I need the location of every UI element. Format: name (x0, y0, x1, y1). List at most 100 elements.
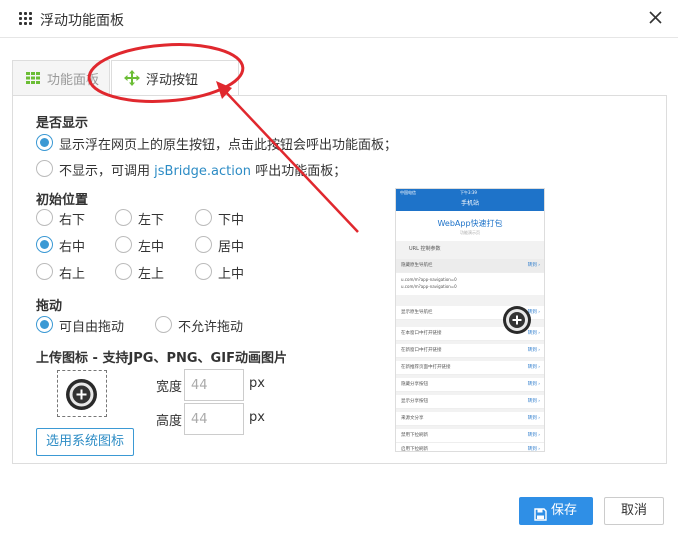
position-bottom-center[interactable]: 下中 (195, 208, 265, 228)
preview-code-line: u.com/m?app-navigation=0 (401, 284, 457, 289)
option-label: 不允许拖动 (178, 320, 244, 335)
preview-status-bar: 中国电信 下午3:39 (396, 189, 544, 196)
tab-label: 浮动按钮 (146, 73, 199, 88)
preview-row-action: 转到 › (527, 416, 540, 421)
preview-row: 在新窗口中打开链接 转到 › (396, 344, 544, 358)
position-top-center[interactable]: 上中 (195, 262, 265, 282)
position-middle-left[interactable]: 左中 (115, 235, 185, 255)
position-top-left[interactable]: 左上 (115, 262, 185, 282)
preview-row-label: 在新推荐页面中打开链接 (401, 365, 451, 370)
icon-upload-box[interactable] (57, 370, 107, 417)
preview-row-label: 在本窗口中打开链接 (401, 331, 442, 336)
save-label: 保存 (551, 503, 578, 518)
preview-code-line: u.com/m?app-navigation=0 (401, 277, 457, 282)
preview-row: 隐藏分享按钮 转到 › (396, 378, 544, 392)
radio-button[interactable] (115, 209, 132, 226)
option-label: 左下 (138, 213, 165, 228)
radio-button[interactable] (155, 316, 172, 333)
option-text-suffix: 呼出功能面板； (251, 164, 347, 179)
preview-row-label: 隐藏原生导航栏 (401, 263, 433, 268)
position-middle-right[interactable]: 右中 (36, 235, 106, 255)
choose-system-icon-button[interactable]: 选用系统图标 (36, 428, 134, 456)
position-top-right[interactable]: 右上 (36, 262, 106, 282)
close-icon[interactable] (646, 8, 666, 28)
tab-function-panel[interactable]: 功能面板 (12, 60, 110, 95)
radio-button[interactable] (36, 134, 53, 151)
preview-hero: WebApp快速打包 功能演示页 (396, 211, 544, 241)
float-plus-icon (65, 378, 98, 411)
option-label: 右中 (59, 240, 86, 255)
jsbridge-link[interactable]: jsBridge.action (154, 164, 251, 179)
position-heading: 初始位置 (36, 193, 89, 208)
width-input[interactable] (184, 369, 244, 401)
display-show-option[interactable]: 显示浮在网页上的原生按钮，点击此按钮会呼出功能面板； (36, 133, 436, 153)
preview-hero-subtitle: 功能演示页 (460, 230, 480, 235)
tab-float-button[interactable]: 浮动按钮 (111, 60, 239, 96)
radio-button[interactable] (115, 236, 132, 253)
radio-button[interactable] (36, 236, 53, 253)
height-unit: px (249, 410, 265, 425)
position-bottom-right[interactable]: 右下 (36, 208, 106, 228)
preview-row-action: 转到 › (527, 382, 540, 387)
option-text-prefix: 不显示，可调用 (59, 164, 155, 179)
display-hide-option[interactable]: 不显示，可调用 jsBridge.action 呼出功能面板； (36, 159, 436, 179)
preview-row-action: 转到 › (527, 348, 540, 353)
height-input[interactable] (184, 403, 244, 435)
preview-row-label: 启用下拉刷新 (401, 447, 428, 452)
grid-icon (25, 70, 41, 86)
position-bottom-left[interactable]: 左下 (115, 208, 185, 228)
position-center[interactable]: 居中 (195, 235, 265, 255)
preview-row-action: 转到 › (527, 433, 540, 438)
option-label: 右下 (59, 213, 86, 228)
dialog-title: 浮动功能面板 (40, 13, 124, 29)
radio-button[interactable] (115, 263, 132, 280)
option-label: 左上 (138, 267, 165, 282)
preview-carrier: 中国电信 (400, 190, 416, 195)
width-label: 宽度 (156, 380, 183, 395)
preview-row: 在新推荐页面中打开链接 转到 › (396, 361, 544, 375)
preview-row-label: 显示原生导航栏 (401, 310, 433, 315)
preview-row: 隐藏原生导航栏 转到 › (396, 259, 544, 273)
preview-float-button-icon (502, 305, 532, 335)
preview-row: 启用下拉刷新 转到 › (396, 443, 544, 452)
move-arrows-icon (124, 70, 140, 86)
option-label: 下中 (218, 213, 245, 228)
radio-button[interactable] (36, 209, 53, 226)
radio-button[interactable] (195, 209, 212, 226)
drag-disabled-option[interactable]: 不允许拖动 (155, 315, 265, 335)
preview-section-label: URL 控制参数 (409, 246, 441, 252)
save-button[interactable]: 保存 (519, 497, 593, 525)
width-unit: px (249, 376, 265, 391)
option-label: 左中 (138, 240, 165, 255)
preview-row-label: 禁用下拉刷新 (401, 433, 428, 438)
preview-row-label: 显示分享按钮 (401, 399, 428, 404)
preview-row: 禁用下拉刷新 转到 › (396, 429, 544, 443)
radio-button[interactable] (195, 263, 212, 280)
drag-heading: 拖动 (36, 299, 63, 314)
cancel-button[interactable]: 取消 (604, 497, 664, 525)
save-disk-icon (534, 504, 547, 521)
preview-row-action: 转到 › (527, 447, 540, 452)
radio-button[interactable] (36, 263, 53, 280)
preview-row: 来源文分享 转到 › (396, 412, 544, 426)
drag-free-option[interactable]: 可自由拖动 (36, 315, 146, 335)
height-label: 高度 (156, 414, 183, 429)
option-label: 右上 (59, 267, 86, 282)
radio-button[interactable] (36, 316, 53, 333)
tab-label: 功能面板 (47, 73, 100, 88)
grid-dots-icon (19, 12, 33, 26)
option-label: 居中 (218, 240, 245, 255)
display-heading: 是否显示 (36, 116, 89, 131)
preview-nav-title: 手机站 (460, 200, 479, 207)
option-label: 不显示，可调用 jsBridge.action 呼出功能面板； (59, 160, 346, 179)
preview-row-label: 在新窗口中打开链接 (401, 348, 442, 353)
preview-section-header: URL 控制参数 (396, 241, 544, 258)
radio-button[interactable] (36, 160, 53, 177)
preview-row-label: 来源文分享 (401, 416, 424, 421)
upload-heading: 上传图标 - 支持JPG、PNG、GIF动画图片 (36, 351, 287, 366)
radio-button[interactable] (195, 236, 212, 253)
preview-time: 下午3:39 (460, 190, 477, 195)
option-label: 可自由拖动 (59, 320, 125, 335)
preview-nav-bar: 手机站 (396, 196, 544, 211)
dialog-titlebar: 浮动功能面板 (0, 0, 678, 38)
